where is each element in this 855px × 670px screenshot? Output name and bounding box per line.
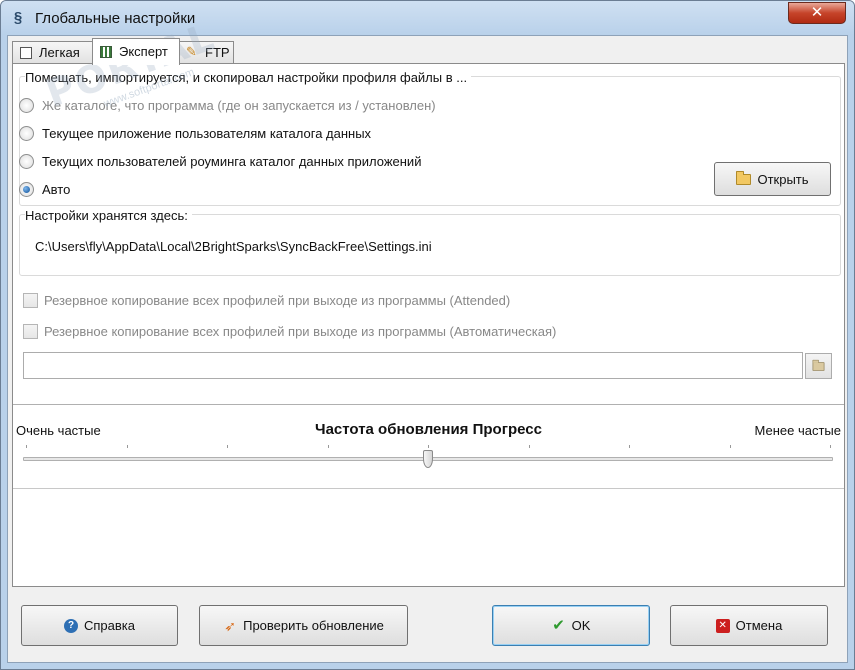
tab-easy-label: Легкая — [39, 45, 80, 60]
open-button[interactable]: Открыть — [714, 162, 831, 196]
slider-tick — [227, 445, 228, 448]
open-button-label: Открыть — [757, 171, 809, 187]
slider-tick — [729, 445, 731, 448]
tab-expert[interactable]: Эксперт — [92, 38, 180, 65]
checkmark-icon: ✔ — [552, 616, 565, 634]
browse-folder-button[interactable] — [805, 353, 832, 379]
cancel-button-label: Отмена — [735, 618, 783, 633]
help-button[interactable]: ? Справка — [21, 605, 178, 646]
check-update-button[interactable]: ➶ Проверить обновление — [199, 605, 408, 646]
slider-tick — [327, 445, 329, 448]
settings-window: § Глобальные настройки ✕ Легкая Эксперт … — [0, 0, 855, 670]
settings-path-value: C:\Users\fly\AppData\Local\2BrightSparks… — [35, 239, 432, 254]
radio-button[interactable] — [19, 182, 34, 197]
slider-right-label: Менее частые — [754, 423, 842, 438]
radio-button[interactable] — [19, 98, 34, 113]
folder-open-icon — [736, 170, 752, 185]
checkbox-label: Резервное копирование всех профилей при … — [44, 324, 557, 339]
checkbox[interactable] — [23, 324, 38, 339]
checkbox-icon — [20, 47, 32, 59]
slider-tick — [428, 445, 429, 448]
window-title: Глобальные настройки — [35, 10, 196, 27]
slider-tick — [629, 445, 630, 448]
check-update-button-label: Проверить обновление — [243, 618, 384, 633]
radio-button[interactable] — [19, 154, 34, 169]
radio-label: Авто — [42, 182, 71, 197]
tab-strip: Легкая Эксперт ✎ FTP — [12, 38, 312, 65]
radio-label: Же каталоге, что программа (где он запус… — [42, 98, 436, 113]
tab-ftp-label: FTP — [205, 45, 230, 60]
ftp-icon: ✎ — [186, 44, 197, 59]
checkbox-label: Резервное копирование всех профилей при … — [44, 293, 511, 308]
slider-thumb[interactable] — [423, 450, 433, 468]
slider-tick — [830, 445, 831, 448]
slider-title: Частота обновления Прогресс — [315, 421, 542, 438]
help-button-label: Справка — [84, 618, 135, 633]
folder-icon — [812, 359, 825, 371]
checkbox[interactable] — [23, 293, 38, 308]
tab-expert-label: Эксперт — [119, 44, 168, 59]
app-icon: § — [13, 9, 23, 26]
radio-button[interactable] — [19, 126, 34, 141]
slider-tick — [126, 445, 128, 448]
ok-button-label: OK — [571, 618, 591, 633]
radio-label: Текущее приложение пользователям каталог… — [42, 126, 372, 141]
close-button[interactable]: ✕ — [788, 2, 846, 24]
expert-panel: Помещать, импортируется, и скопировал на… — [12, 63, 845, 587]
help-icon: ? — [64, 618, 78, 633]
cancel-x-icon: ✕ — [715, 618, 730, 633]
tab-ftp[interactable]: ✎ FTP — [178, 41, 234, 64]
tab-easy[interactable]: Легкая — [12, 41, 94, 64]
slider-tick — [528, 445, 530, 448]
radio-label: Текущих пользователей роуминга каталог д… — [42, 154, 422, 169]
cancel-button[interactable]: ✕ Отмена — [670, 605, 828, 646]
grid-icon — [100, 46, 112, 58]
stored-path-label: Настройки хранятся здесь: — [25, 208, 192, 223]
slider-tick — [26, 445, 27, 448]
dialog-client: Легкая Эксперт ✎ FTP Помещать, импортиру… — [7, 35, 848, 663]
backup-path-input[interactable] — [23, 352, 803, 379]
title-bar[interactable]: § Глобальные настройки ✕ — [1, 1, 854, 35]
ok-button[interactable]: ✔ OK — [492, 605, 650, 646]
progress-frequency-slider-area: Очень частые Частота обновления Прогресс… — [13, 404, 844, 489]
carrot-update-icon: ➶ — [224, 617, 236, 634]
location-group-label: Помещать, импортируется, и скопировал на… — [25, 70, 472, 85]
